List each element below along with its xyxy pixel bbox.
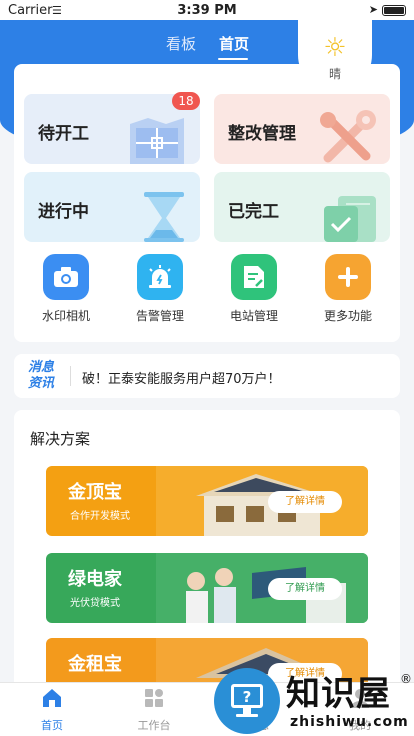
tabbar-label: 工作台 (137, 719, 171, 732)
tile-label: 待开工 (38, 124, 89, 144)
completed-docs-icon (324, 196, 376, 242)
tab-home[interactable]: 首页 (219, 33, 249, 54)
banner-title: 金顶宝 (68, 482, 122, 503)
battery-icon (382, 5, 406, 16)
function-label: 水印相机 (41, 309, 90, 323)
news-logo: 消息 资讯 (28, 360, 62, 392)
banner-subtitle: 光伏贷模式 (70, 598, 120, 609)
blueprint-icon (130, 118, 184, 164)
solution-banner-lvdianjia[interactable]: 绿电家 光伏贷模式 了解详情 (46, 553, 368, 623)
function-watermark-camera[interactable]: 水印相机 (23, 254, 109, 324)
tile-label: 已完工 (228, 202, 279, 222)
status-bar: Carrier ☰ 3:39 PM ➤ (0, 0, 414, 20)
function-label: 更多功能 (323, 309, 372, 323)
tile-completed[interactable]: 已完工 (214, 172, 390, 242)
weather-widget[interactable]: ☼ 晴 (298, 20, 372, 92)
hourglass-icon (144, 192, 184, 242)
news-logo-line2: 资讯 (28, 376, 55, 391)
function-alarm-management[interactable]: 告警管理 (117, 254, 203, 324)
function-label: 电站管理 (229, 309, 278, 323)
solutions-title: 解决方案 (30, 430, 91, 448)
status-time: 3:39 PM (177, 3, 237, 18)
sun-icon: ☼ (323, 33, 347, 63)
pending-count-badge: 18 (172, 92, 200, 110)
news-headline[interactable]: 破！正泰安能服务用户超70万户！ (82, 368, 281, 387)
tile-in-progress[interactable]: 进行中 (24, 172, 200, 242)
plus-icon (325, 254, 371, 300)
tab-kanban[interactable]: 看板 (166, 33, 196, 54)
news-logo-line1: 消息 (28, 360, 55, 375)
news-ticker[interactable]: 消息 资讯 破！正泰安能服务用户超70万户！ (14, 354, 400, 398)
site-watermark: ? 知识屋 ® zhishiwu.com (214, 664, 414, 736)
tile-label: 整改管理 (228, 124, 296, 144)
grid-icon (145, 689, 163, 707)
svg-text:?: ? (243, 688, 252, 706)
home-icon (43, 689, 61, 707)
status-card: 待开工 18 整改管理 进行中 已完工 水印相机 告警管理 电站管理 更多功能 (14, 64, 400, 342)
learn-more-button[interactable]: 了解详情 (268, 491, 342, 513)
function-more[interactable]: 更多功能 (305, 254, 391, 324)
location-arrow-icon: ➤ (368, 3, 378, 16)
alarm-icon (137, 254, 183, 300)
banner-subtitle: 合作开发模式 (70, 511, 130, 522)
tabbar-label: 首页 (41, 719, 63, 732)
station-doc-icon (231, 254, 277, 300)
camera-icon (43, 254, 89, 300)
solution-banner-jindingbao[interactable]: 金顶宝 合作开发模式 了解详情 (46, 466, 368, 536)
learn-more-button[interactable]: 了解详情 (268, 578, 342, 600)
tile-rectification[interactable]: 整改管理 (214, 94, 390, 164)
banner-title: 金租宝 (68, 654, 122, 675)
tabbar-workbench[interactable]: 工作台 (114, 687, 194, 733)
tab-active-indicator (218, 58, 248, 60)
watermark-registered: ® (400, 672, 412, 686)
function-label: 告警管理 (135, 309, 184, 323)
function-station-management[interactable]: 电站管理 (211, 254, 297, 324)
tools-icon (320, 110, 376, 163)
news-divider (70, 366, 71, 386)
banner-title: 绿电家 (68, 569, 122, 590)
tabbar-home[interactable]: 首页 (12, 687, 92, 733)
watermark-logo-icon: ? (214, 668, 280, 734)
weather-label: 晴 (328, 67, 341, 81)
watermark-title: 知识屋 (286, 674, 391, 714)
watermark-domain: zhishiwu.com (290, 714, 409, 730)
tile-label: 进行中 (38, 202, 89, 222)
